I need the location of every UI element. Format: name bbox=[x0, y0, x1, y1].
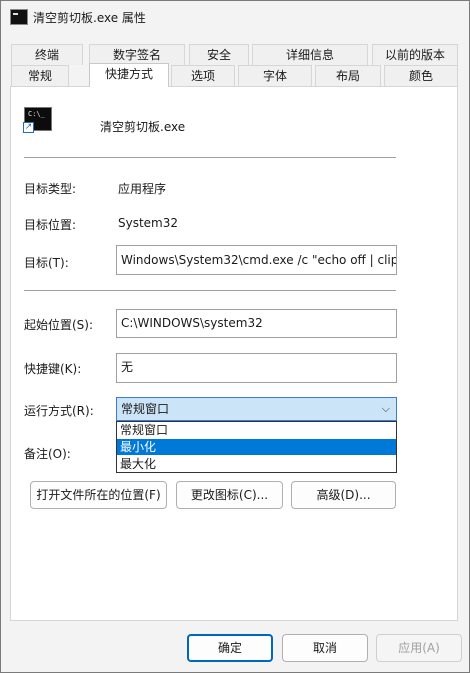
shortcut-arrow-icon: ↗ bbox=[23, 122, 34, 133]
run-option-maximized[interactable]: 最大化 bbox=[117, 456, 396, 472]
target-type-label: 目标类型: bbox=[24, 182, 77, 196]
target-label: 目标(T): bbox=[24, 256, 69, 270]
target-field[interactable]: Windows\System32\cmd.exe /c "echo off | … bbox=[116, 245, 397, 275]
tab-terminal[interactable]: 终端 bbox=[11, 44, 83, 65]
file-name: 清空剪切板.exe bbox=[100, 120, 186, 134]
tab-general[interactable]: 常规 bbox=[11, 65, 69, 86]
run-dropdown-list: 常规窗口 最小化 最大化 bbox=[116, 421, 397, 473]
console-title-icon bbox=[10, 9, 28, 25]
divider bbox=[24, 157, 396, 158]
tab-layout[interactable]: 布局 bbox=[315, 65, 381, 86]
title-bar: 清空剪切板.exe 属性 bbox=[1, 1, 469, 33]
divider bbox=[24, 290, 396, 291]
target-type-value: 应用程序 bbox=[118, 182, 167, 196]
tab-font[interactable]: 字体 bbox=[238, 65, 312, 86]
console-shortcut-icon: C:\_ ↗ bbox=[23, 107, 52, 133]
target-location-label: 目标位置: bbox=[24, 218, 77, 232]
change-icon-button[interactable]: 更改图标(C)... bbox=[176, 481, 283, 509]
start-in-label: 起始位置(S): bbox=[24, 318, 94, 332]
tab-details[interactable]: 详细信息 bbox=[252, 44, 368, 65]
ok-button[interactable]: 确定 bbox=[187, 634, 273, 662]
tab-shortcut[interactable]: 快捷方式 bbox=[89, 63, 169, 87]
tab-options[interactable]: 选项 bbox=[171, 65, 235, 86]
run-select-value: 常规窗口 bbox=[121, 402, 170, 416]
run-option-normal[interactable]: 常规窗口 bbox=[117, 422, 396, 438]
tab-digital-signatures[interactable]: 数字签名 bbox=[89, 44, 185, 65]
shortcut-key-label: 快捷键(K): bbox=[24, 362, 82, 376]
chevron-down-icon[interactable]: ⌵ bbox=[382, 398, 390, 420]
cancel-button[interactable]: 取消 bbox=[282, 634, 368, 662]
icon-text: C:\_ bbox=[28, 110, 45, 118]
target-location-value: System32 bbox=[118, 216, 179, 230]
run-select[interactable]: 常规窗口 ⌵ bbox=[116, 397, 397, 421]
tab-previous-versions[interactable]: 以前的版本 bbox=[372, 44, 458, 65]
run-label: 运行方式(R): bbox=[24, 404, 94, 418]
tab-security[interactable]: 安全 bbox=[189, 44, 249, 65]
open-file-location-button[interactable]: 打开文件所在的位置(F) bbox=[30, 481, 167, 509]
window-title: 清空剪切板.exe 属性 bbox=[33, 11, 146, 25]
advanced-button[interactable]: 高级(D)... bbox=[291, 481, 396, 509]
comment-label: 备注(O): bbox=[24, 447, 71, 461]
start-in-field[interactable]: C:\WINDOWS\system32 bbox=[116, 309, 397, 338]
shortcut-key-field[interactable]: 无 bbox=[116, 353, 397, 383]
run-option-minimized[interactable]: 最小化 bbox=[117, 439, 396, 455]
tab-colors[interactable]: 颜色 bbox=[384, 65, 458, 86]
apply-button[interactable]: 应用(A) bbox=[376, 634, 462, 662]
